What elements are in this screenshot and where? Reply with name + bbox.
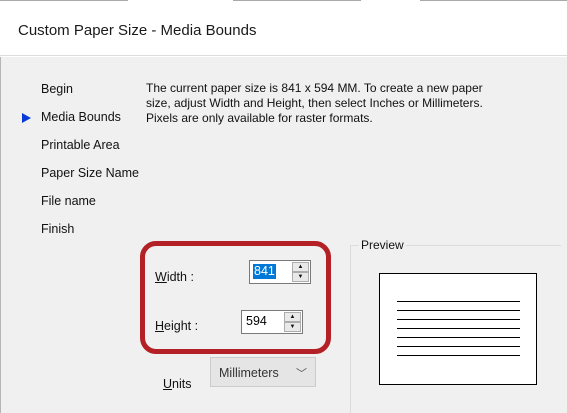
- dialog-title: Custom Paper Size - Media Bounds: [18, 22, 257, 39]
- highlight-annotation: [140, 241, 331, 354]
- nav-item-media-bounds[interactable]: Media Bounds: [41, 110, 121, 126]
- preview-line: [397, 328, 520, 329]
- units-selected-value: Millimeters: [219, 366, 279, 380]
- preview-line: [397, 301, 520, 302]
- current-step-arrow-icon: [22, 113, 31, 123]
- preview-line: [397, 337, 520, 338]
- dialog-body: Begin Media Bounds Printable Area Paper …: [0, 57, 567, 413]
- top-edge-segment: [420, 0, 567, 1]
- paper-preview: [379, 273, 537, 385]
- top-edge-segment: [0, 0, 128, 1]
- title-bar: Custom Paper Size - Media Bounds: [0, 6, 567, 56]
- units-label: Units: [163, 377, 191, 391]
- chevron-down-icon: ﹀: [296, 368, 307, 380]
- preview-line: [397, 310, 520, 311]
- nav-item-paper-size-name[interactable]: Paper Size Name: [41, 166, 139, 182]
- preview-line: [397, 355, 520, 356]
- nav-item-printable-area[interactable]: Printable Area: [41, 138, 120, 154]
- nav-item-finish[interactable]: Finish: [41, 222, 74, 238]
- top-edge-segment: [233, 0, 361, 1]
- nav-item-begin[interactable]: Begin: [41, 82, 73, 98]
- description-line: The current paper size is 841 x 594 MM. …: [146, 81, 483, 95]
- preview-line: [397, 346, 520, 347]
- description-line: size, adjust Width and Height, then sele…: [146, 96, 483, 110]
- description-line: Pixels are only available for raster for…: [146, 111, 373, 125]
- units-dropdown[interactable]: Millimeters ﹀: [210, 357, 316, 387]
- description-text: The current paper size is 841 x 594 MM. …: [146, 81, 561, 126]
- preview-label: Preview: [359, 238, 406, 252]
- units-label-text: nits: [172, 377, 192, 391]
- nav-item-file-name[interactable]: File name: [41, 194, 96, 210]
- window-left-edge: [0, 57, 1, 413]
- preview-line: [397, 319, 520, 320]
- units-label-accelerator: U: [163, 377, 173, 391]
